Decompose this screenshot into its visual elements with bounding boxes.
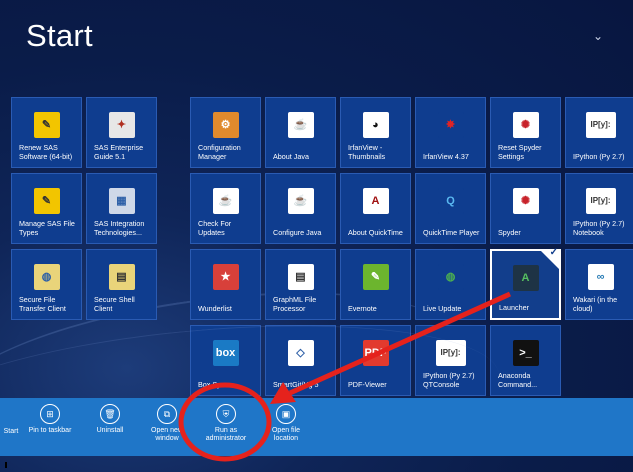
annotation-arrow-line [288, 291, 512, 396]
divider [5, 462, 7, 468]
annotation-overlay [178, 291, 512, 462]
highlight-circle [178, 382, 272, 462]
